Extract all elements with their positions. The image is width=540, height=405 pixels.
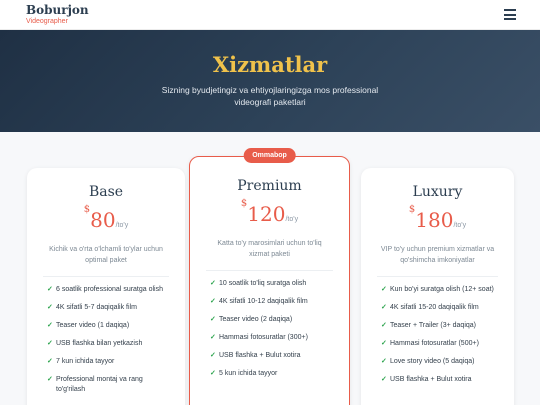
feature-text: Teaser video (2 daqiqa) [219, 316, 293, 323]
divider [206, 270, 333, 271]
brand-logo[interactable]: Boburjon Videographer [26, 4, 89, 26]
feature-item: ✓ 4K sifatli 15-20 daqiqalik film [381, 303, 500, 313]
feature-text: 5 kun ichida tayyor [219, 370, 278, 377]
feature-item: ✓ Teaser video (2 daqiqa) [210, 315, 335, 325]
price-period: /to'y [285, 216, 299, 223]
check-icon: ✓ [381, 322, 387, 329]
feature-text: 10 soatlik to'liq suratga olish [219, 280, 307, 287]
menu-line [504, 9, 516, 11]
check-icon: ✓ [381, 286, 387, 293]
feature-text: Hammasi fotosuratlar (500+) [390, 340, 479, 347]
currency-symbol: $ [240, 198, 248, 209]
brand-tagline: Videographer [26, 18, 68, 25]
feature-text: 4K sifatli 5-7 daqiqalik film [56, 304, 137, 311]
feature-text: Love story video (5 daqiqa) [390, 358, 475, 365]
feature-text: Professional montaj va rang to'g'rilash [56, 376, 143, 393]
feature-item: ✓ 10 soatlik to'liq suratga olish [210, 279, 335, 289]
plan-price: $120/to'y [190, 198, 349, 226]
plan-description: Kichik va o'rta o'lchamli to'ylar uchun … [49, 246, 163, 264]
check-icon: ✓ [210, 316, 216, 323]
check-icon: ✓ [47, 376, 53, 383]
feature-text: USB flashka + Bulut xotira [390, 376, 472, 383]
feature-item: ✓ USB flashka + Bulut xotira [381, 375, 500, 385]
feature-item: ✓ Teaser video (1 daqiqa) [47, 321, 171, 331]
services-hero: Xizmatlar Sizning byudjetingiz va ehtiyo… [0, 30, 540, 132]
price-period: /to'y [453, 222, 467, 229]
feature-list: ✓ 10 soatlik to'liq suratga olish ✓ 4K sif… [190, 279, 349, 379]
price-period: /to'y [115, 222, 129, 229]
price-amount: 180 [415, 208, 454, 232]
check-icon: ✓ [47, 286, 53, 293]
plan-description: Katta to'y marosimlari uchun to'liq xizm… [217, 240, 322, 258]
feature-item: ✓ Teaser + Trailer (3+ daqiqa) [381, 321, 500, 331]
feature-item: ✓ 5 kun ichida tayyor [210, 369, 335, 379]
feature-list: ✓ 6 soatlik professional suratga olish ✓ 4… [27, 285, 185, 395]
feature-text: 4K sifatli 10-12 daqiqalik film [219, 298, 308, 305]
check-icon: ✓ [381, 304, 387, 311]
plan-price: $180/to'y [361, 204, 514, 232]
check-icon: ✓ [210, 370, 216, 377]
check-icon: ✓ [381, 376, 387, 383]
menu-line [504, 13, 516, 16]
price-amount: 120 [247, 202, 286, 226]
feature-text: Hammasi fotosuratlar (300+) [219, 334, 308, 341]
feature-text: USB flashka + Bulut xotira [219, 352, 301, 359]
feature-text: USB flashka bilan yetkazish [56, 340, 143, 347]
page-subtitle: Sizning byudjetingiz va ehtiyojlaringizg… [161, 85, 379, 107]
feature-text: Kun bo'yi suratga olish (12+ soat) [390, 286, 494, 293]
feature-text: 4K sifatli 15-20 daqiqalik film [390, 304, 479, 311]
feature-item: ✓ Love story video (5 daqiqa) [381, 357, 500, 367]
feature-item: ✓ Hammasi fotosuratlar (500+) [381, 339, 500, 349]
divider [43, 276, 169, 277]
feature-text: Teaser + Trailer (3+ daqiqa) [390, 322, 476, 329]
top-navbar: Boburjon Videographer [0, 0, 540, 30]
feature-item: ✓ Hammasi fotosuratlar (300+) [210, 333, 335, 343]
feature-item: ✓ USB flashka + Bulut xotira [210, 351, 335, 361]
feature-item: ✓ Kun bo'yi suratga olish (12+ soat) [381, 285, 500, 295]
currency-symbol: $ [408, 204, 416, 215]
feature-item: ✓ 4K sifatli 5-7 daqiqalik film [47, 303, 171, 313]
feature-item: ✓ 6 soatlik professional suratga olish [47, 285, 171, 295]
feature-item: ✓ 7 kun ichida tayyor [47, 357, 171, 367]
popular-badge: Ommabop [243, 148, 296, 163]
feature-text: Teaser video (1 daqiqa) [56, 322, 130, 329]
plan-name: Luxury [412, 184, 463, 200]
plan-price: $80/to'y [27, 204, 185, 232]
menu-line [504, 18, 516, 20]
check-icon: ✓ [210, 352, 216, 359]
feature-item: ✓ 4K sifatli 10-12 daqiqalik film [210, 297, 335, 307]
plan-name: Base [88, 184, 124, 200]
check-icon: ✓ [210, 280, 216, 287]
check-icon: ✓ [47, 304, 53, 311]
feature-text: 6 soatlik professional suratga olish [56, 286, 164, 293]
pricing-card-luxury: Luxury $180/to'y VIP to'y uchun premium … [361, 168, 514, 405]
check-icon: ✓ [381, 358, 387, 365]
feature-item: ✓ USB flashka bilan yetkazish [47, 339, 171, 349]
divider [377, 276, 498, 277]
feature-item: ✓ Professional montaj va rang to'g'rilash [47, 375, 171, 395]
brand-name: Boburjon [26, 3, 89, 17]
check-icon: ✓ [210, 334, 216, 341]
price-amount: 80 [90, 208, 116, 232]
pricing-card-base: Base $80/to'y Kichik va o'rta o'lchamli … [27, 168, 185, 405]
plan-name: Premium [237, 178, 302, 194]
check-icon: ✓ [47, 358, 53, 365]
feature-text: 7 kun ichida tayyor [56, 358, 115, 365]
check-icon: ✓ [47, 322, 53, 329]
check-icon: ✓ [47, 340, 53, 347]
check-icon: ✓ [381, 340, 387, 347]
check-icon: ✓ [210, 298, 216, 305]
currency-symbol: $ [83, 204, 91, 215]
plan-description: VIP to'y uchun premium xizmatlar va qo's… [380, 246, 495, 264]
hamburger-menu-icon[interactable] [504, 9, 516, 20]
page-title: Xizmatlar [212, 52, 328, 77]
pricing-card-premium: Ommabop Premium $120/to'y Katta to'y mar… [189, 148, 350, 405]
feature-list: ✓ Kun bo'yi suratga olish (12+ soat) ✓ 4K … [361, 285, 514, 385]
